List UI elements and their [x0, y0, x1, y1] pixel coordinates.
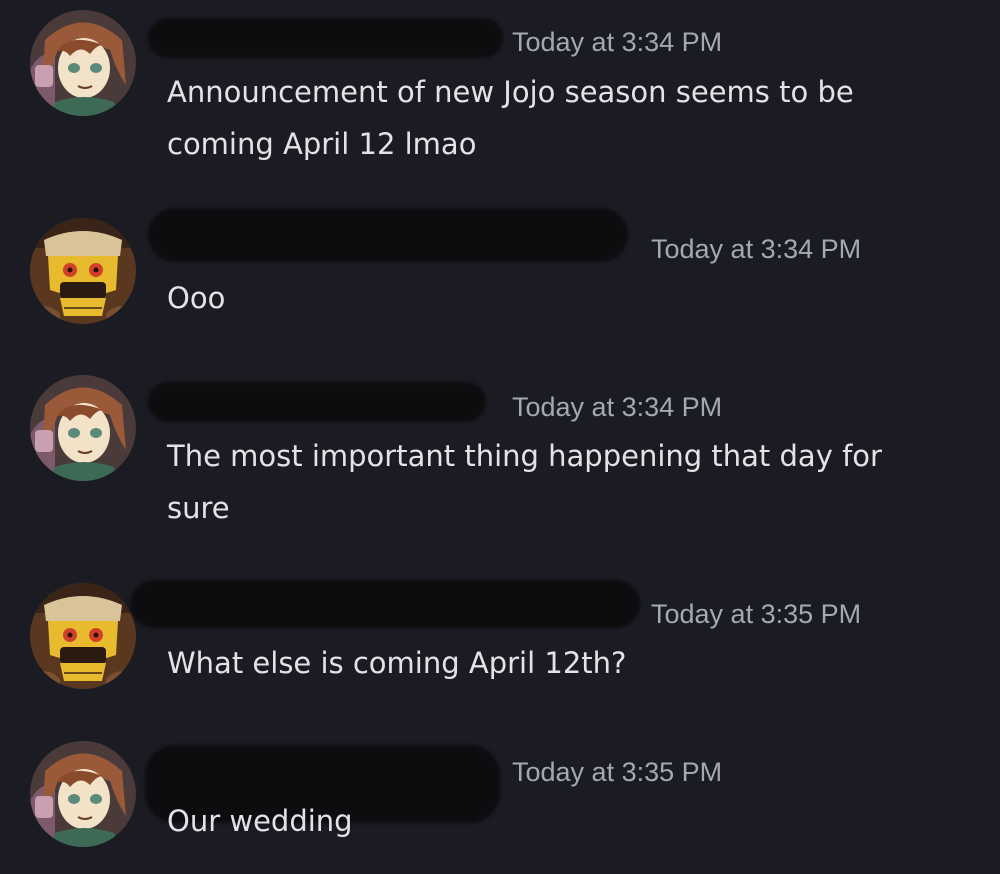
girl-avatar-icon [30, 375, 136, 481]
message-text: Ooo [167, 281, 226, 315]
username-redacted [130, 580, 640, 628]
username-redacted [148, 208, 628, 262]
message-text: The most important thing happening that … [167, 439, 882, 525]
robot-avatar-icon [30, 218, 136, 324]
message-timestamp: Today at 3:35 PM [512, 757, 723, 787]
message-timestamp: Today at 3:34 PM [512, 392, 723, 422]
chat-log: Today at 3:34 PM Announcement of new Joj… [0, 0, 1000, 874]
message-timestamp: Today at 3:34 PM [512, 27, 723, 57]
girl-avatar-icon [30, 741, 136, 847]
avatar[interactable] [30, 583, 136, 689]
username-redacted [148, 18, 503, 58]
avatar[interactable] [30, 10, 136, 116]
girl-avatar-icon [30, 10, 136, 116]
message-timestamp: Today at 3:35 PM [651, 599, 862, 629]
robot-avatar-icon [30, 583, 136, 689]
message-timestamp: Today at 3:34 PM [651, 234, 862, 264]
message-text: What else is coming April 12th? [167, 646, 627, 680]
avatar[interactable] [30, 741, 136, 847]
avatar[interactable] [30, 218, 136, 324]
message-text: Announcement of new Jojo season seems to… [167, 75, 854, 161]
username-redacted [148, 382, 486, 422]
avatar[interactable] [30, 375, 136, 481]
message-text: Our wedding [167, 804, 353, 838]
